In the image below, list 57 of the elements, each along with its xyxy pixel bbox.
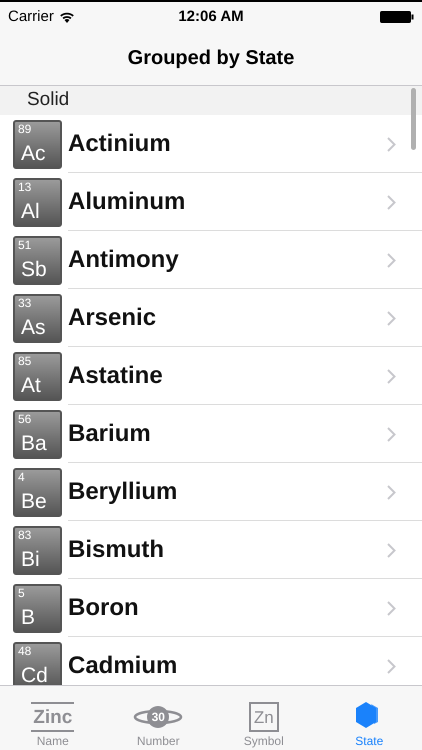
section-header: Solid bbox=[27, 88, 70, 112]
atomic-number: 13 bbox=[18, 180, 32, 194]
element-name: Cadmium bbox=[68, 651, 178, 681]
chevron-icon bbox=[387, 426, 396, 442]
element-name: Boron bbox=[68, 593, 140, 623]
atomic-number: 33 bbox=[18, 296, 32, 310]
element-name: Barium bbox=[68, 419, 152, 449]
element-symbol: Sb bbox=[21, 258, 47, 282]
atomic-number: 85 bbox=[18, 354, 32, 368]
element-row[interactable]: 51 Sb Antimony bbox=[0, 231, 422, 289]
element-name: Arsenic bbox=[68, 303, 158, 333]
chevron-icon bbox=[387, 310, 396, 326]
element-name: Actinium bbox=[68, 129, 172, 159]
chevron-icon bbox=[387, 136, 396, 152]
element-row[interactable]: 85 At Astatine bbox=[0, 347, 422, 405]
chevron-icon bbox=[387, 194, 396, 210]
element-name: Bismuth bbox=[68, 535, 165, 565]
element-name: Antimony bbox=[68, 245, 180, 275]
atomic-number: 56 bbox=[18, 412, 32, 426]
symbol-tab-icon: Zn bbox=[248, 702, 279, 732]
element-row[interactable]: 83 Bi Bismuth bbox=[0, 521, 422, 579]
carrier-name: Carrier bbox=[8, 6, 54, 27]
element-symbol: Al bbox=[21, 200, 40, 224]
element-row[interactable]: 5 B Boron bbox=[0, 579, 422, 637]
element-symbol: Ac bbox=[21, 142, 46, 166]
battery-icon bbox=[380, 11, 414, 23]
element-symbol: Cd bbox=[21, 664, 48, 686]
clock-time: 12:06 AM bbox=[178, 6, 244, 27]
chevron-icon bbox=[387, 542, 396, 558]
element-name: Beryllium bbox=[68, 477, 178, 507]
element-row[interactable]: 89 Ac Actinium bbox=[0, 115, 422, 173]
element-row[interactable]: 13 Al Aluminum bbox=[0, 173, 422, 231]
wifi-icon bbox=[58, 11, 75, 23]
element-symbol: Ba bbox=[21, 432, 47, 456]
atomic-number: 48 bbox=[18, 644, 32, 658]
atomic-number: 4 bbox=[18, 470, 25, 484]
element-symbol: Bi bbox=[21, 548, 40, 572]
nav-title: Grouped by State bbox=[128, 46, 294, 70]
element-symbol: Be bbox=[21, 490, 47, 514]
chevron-icon bbox=[387, 658, 396, 674]
element-symbol: As bbox=[21, 316, 46, 340]
element-row[interactable]: 33 As Arsenic bbox=[0, 289, 422, 347]
element-row[interactable]: 56 Ba Barium bbox=[0, 405, 422, 463]
element-symbol: B bbox=[21, 606, 36, 630]
chevron-icon bbox=[387, 600, 396, 616]
atomic-number: 5 bbox=[18, 586, 25, 600]
element-name: Aluminum bbox=[68, 187, 186, 217]
chevron-icon bbox=[387, 368, 396, 384]
scroll-indicator bbox=[411, 88, 416, 150]
chevron-icon bbox=[387, 252, 396, 268]
atomic-number: 89 bbox=[18, 122, 32, 136]
atomic-number: 51 bbox=[18, 238, 32, 252]
element-row[interactable]: 4 Be Beryllium bbox=[0, 463, 422, 521]
element-symbol: At bbox=[21, 374, 41, 398]
chevron-icon bbox=[387, 484, 396, 500]
atomic-number: 83 bbox=[18, 528, 32, 542]
element-name: Astatine bbox=[68, 361, 164, 391]
